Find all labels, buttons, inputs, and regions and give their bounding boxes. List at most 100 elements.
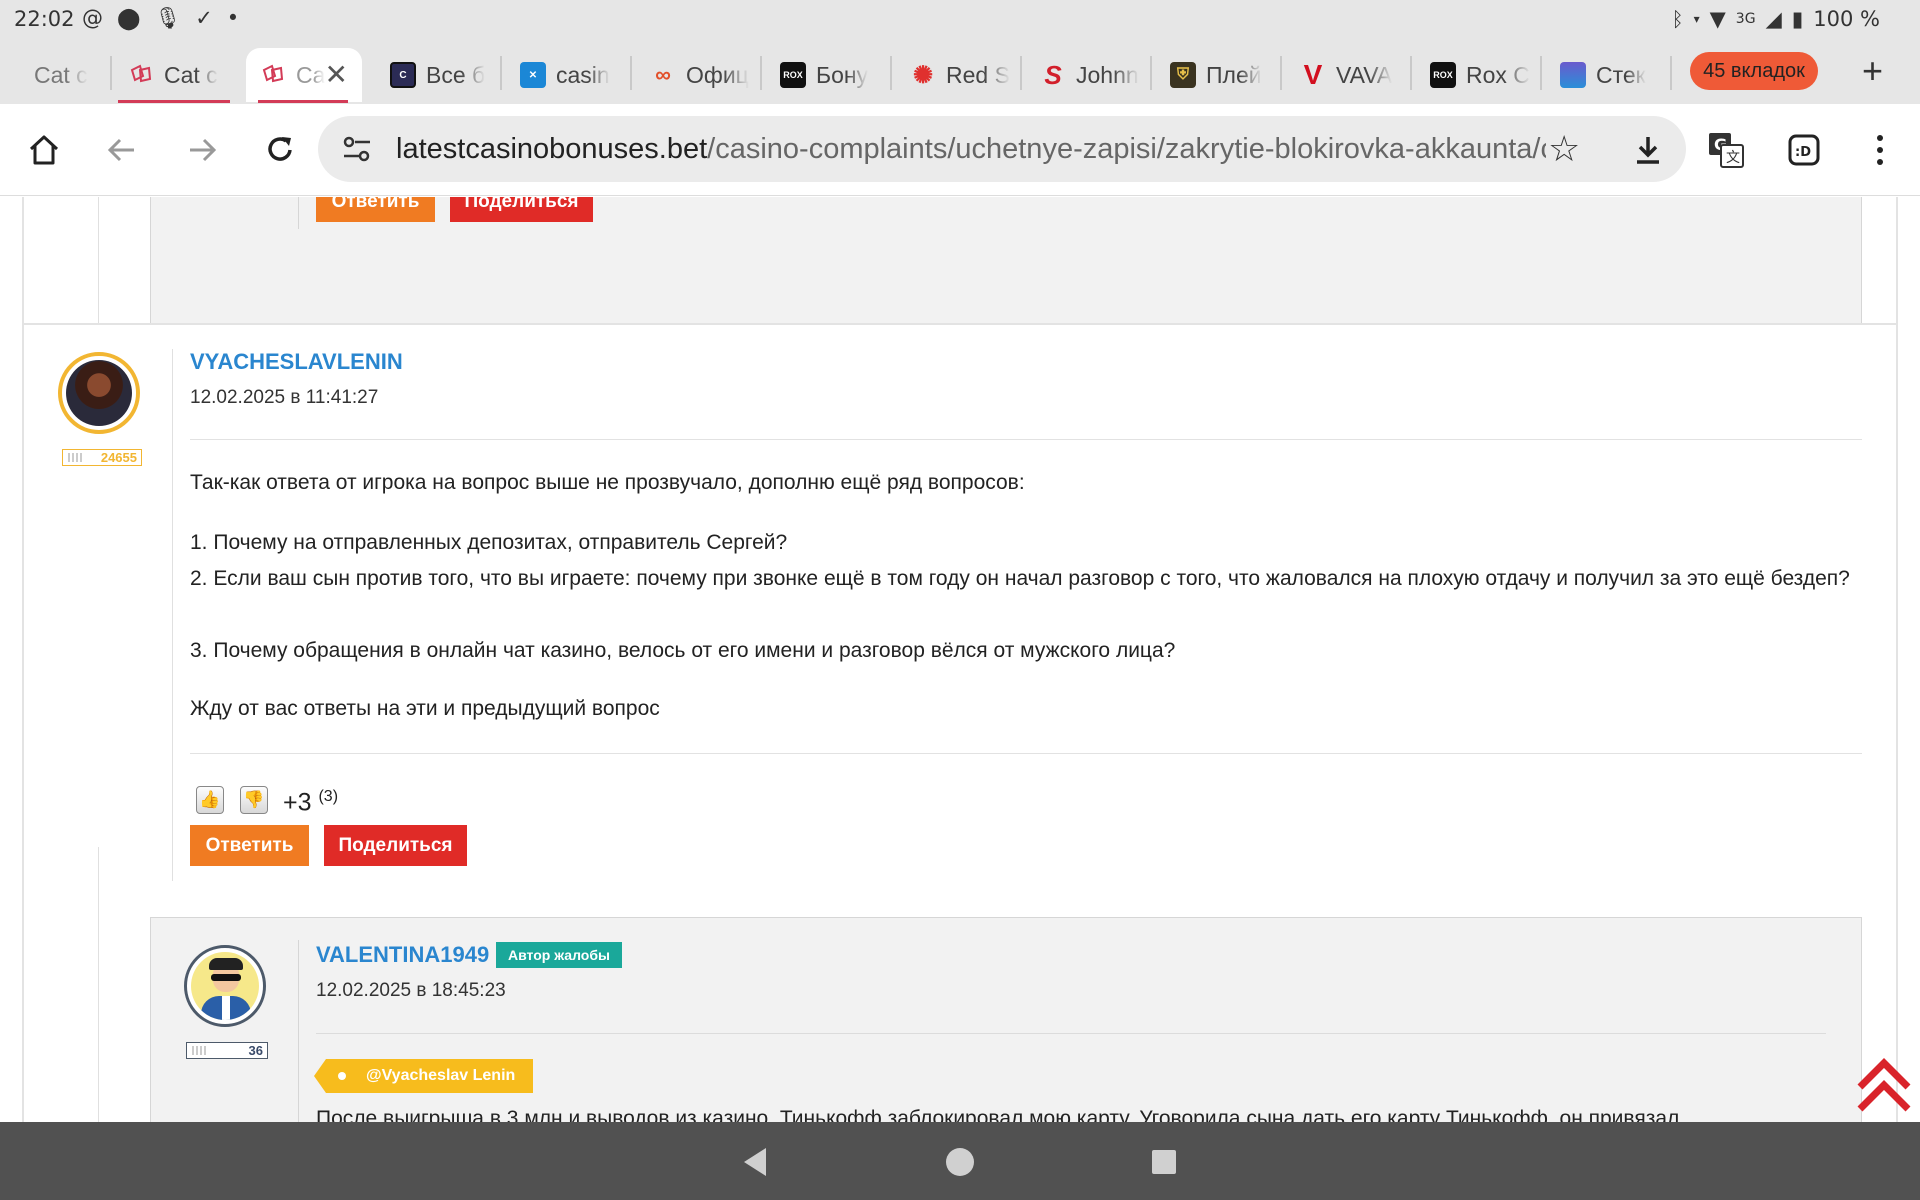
tab-8[interactable]: ✺ Red S [896,48,1018,102]
download-icon[interactable] [1624,126,1672,174]
username[interactable]: VALENTINA1949 [316,942,489,968]
network-type: 3G [1735,11,1756,27]
scroll-to-top-icon[interactable] [1854,1057,1914,1117]
tab-title: Плей [1206,61,1262,88]
comment-list-item: 3. Почему обращения в онлайн чат казино,… [190,639,1176,662]
tab-separator [1150,56,1152,90]
bookmark-star-icon[interactable]: ☆ [1548,128,1580,170]
tab-separator [890,56,892,90]
tab-13[interactable]: Стек [1546,48,1668,102]
share-button[interactable]: Поделиться [450,197,593,222]
stack-icon [1560,62,1586,88]
tab-separator [1410,56,1412,90]
s-icon: S [1044,59,1062,90]
tab-separator [110,56,112,90]
close-tab-icon[interactable]: ✕ [325,58,348,91]
rating-value: 36 [248,1043,263,1058]
translate-icon[interactable]: G文 [1702,126,1750,174]
user-rating: 24655 [62,449,142,466]
tab-9[interactable]: S Johnn [1026,48,1148,102]
mic-icon: 🎙 [154,6,182,30]
casino-x-icon: ✕ [520,62,546,88]
share-button[interactable]: Поделиться [324,825,467,866]
tab-11[interactable]: V VAVA [1286,48,1408,102]
score-value: +3 [283,788,312,817]
tab-title: Rox C [1466,61,1530,88]
tab-separator [1670,56,1672,90]
bluetooth-icon: ᛒ [1671,7,1684,31]
tab-group-underline [258,100,348,103]
address-bar[interactable]: latestcasinobonuses.bet/casino-complaint… [318,116,1686,182]
signal-icon: ◢ [1765,7,1782,31]
status-notification-icons: @ ⬤ 🎙 ✓ • [82,6,239,31]
extension-icon[interactable]: :D [1780,126,1828,174]
thumbs-up-icon[interactable]: 👍 [196,786,224,814]
reload-icon[interactable] [256,126,304,174]
battery-level: 100 % [1813,7,1880,31]
tab-count-button[interactable]: 45 вкладок [1690,52,1818,90]
tab-title: Офиц [686,61,749,88]
site-settings-icon[interactable] [340,132,374,166]
tab-4[interactable]: C Все б [376,48,496,102]
mention-tag[interactable]: @Vyacheslav Lenin [313,1059,534,1093]
avatar[interactable] [58,352,140,434]
cards-icon [128,62,154,88]
url-domain: latestcasinobonuses.bet [396,133,708,165]
mention-text: @Vyacheslav Lenin [366,1067,516,1084]
tab-6[interactable]: ∞ Офиц [636,48,758,102]
tab-group-underline [118,100,230,103]
comment-date: 12.02.2025 в 11:41:27 [190,387,379,408]
url-text[interactable]: latestcasinobonuses.bet/casino-complaint… [396,133,1546,166]
tab-10[interactable]: ⛨ Плей [1156,48,1278,102]
tab-5[interactable]: ✕ casin [506,48,626,102]
comment-text: После выигрыша в 3 млн и выводов из кази… [316,1107,1680,1122]
reply-button[interactable]: Ответить [190,825,309,866]
nav-back-icon[interactable] [740,1146,770,1183]
vibrate-icon: ▾ [1693,12,1700,26]
new-tab-icon[interactable]: + [1862,50,1883,92]
tab-separator [1280,56,1282,90]
tab-title: Johnn [1076,61,1139,88]
page-content: Ответить Поделиться 24655 VYACHESLAVLENI… [0,197,1920,1122]
nav-recents-icon[interactable] [1150,1148,1178,1181]
home-icon[interactable] [20,126,68,174]
dot-icon: • [226,6,240,30]
tab-title: Все б [426,61,486,88]
thumbs-down-icon[interactable]: 👎 [240,786,268,814]
divider [316,1033,1826,1034]
tab-title: Cat c [164,61,218,88]
nav-home-icon[interactable] [944,1146,976,1183]
tab-7[interactable]: ROX Бону [766,48,888,102]
tab-title: Стек [1596,61,1646,88]
tab-separator [630,56,632,90]
tab-1[interactable]: Cat c [20,48,108,102]
status-right: ᛒ ▾ ▼ 3G ◢ ▮ 100 % [1672,7,1880,31]
avatar[interactable] [184,945,266,1027]
comment-list-item: 1. Почему на отправленных депозитах, отп… [190,531,788,554]
tab-title: Бону [816,61,869,88]
forward-icon[interactable] [178,126,226,174]
red-star-icon: ✺ [912,61,934,89]
battery-icon: ▮ [1791,7,1804,31]
username[interactable]: VYACHESLAVLENIN [190,349,403,375]
v-icon: V [1303,59,1323,90]
tab-title: Cat c [34,61,88,88]
android-nav-bar [0,1122,1920,1200]
tab-3-active[interactable]: Ca ✕ [246,48,362,102]
tab-separator [500,56,502,90]
back-icon[interactable] [98,126,146,174]
wifi-icon: ▼ [1709,7,1726,31]
comment-divider [298,940,299,1122]
tab-separator [760,56,762,90]
tab-12[interactable]: ROX Rox C [1416,48,1538,102]
tab-2[interactable]: Cat c [114,48,236,102]
divider [190,753,1862,754]
tab-separator [1540,56,1542,90]
rating-value: 24655 [100,450,137,465]
menu-kebab-icon[interactable] [1856,126,1904,174]
reply-button[interactable]: Ответить [316,197,435,222]
user-rating: 36 [186,1042,268,1059]
tab-title: Ca [296,61,326,88]
at-icon: @ [82,6,103,30]
check-icon: ✓ [195,6,213,30]
